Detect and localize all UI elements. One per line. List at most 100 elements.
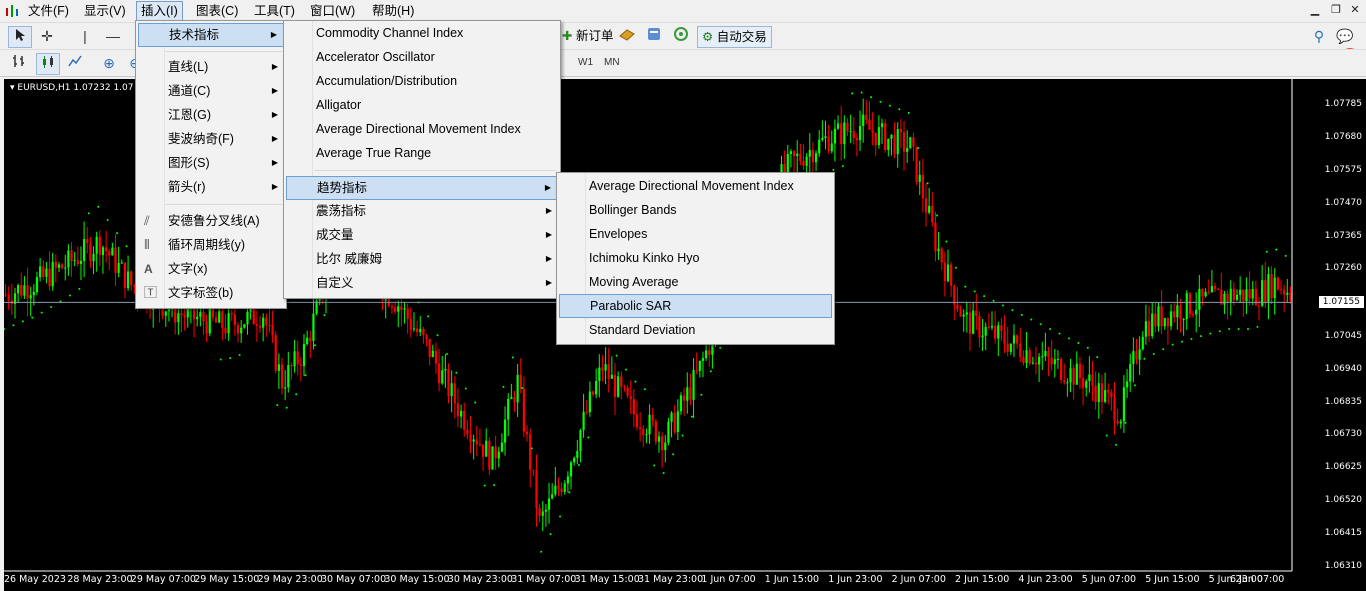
menu-item-accelerator-oscillator[interactable]: Accelerator Oscillator (286, 46, 558, 68)
candle-body (1103, 390, 1107, 402)
time-tick-label: 29 May 15:00 (194, 574, 260, 585)
menu-item-trend[interactable]: 趋势指标 ▶ (286, 176, 558, 200)
menu-item-cci[interactable]: Commodity Channel Index (286, 22, 558, 44)
candle-body (478, 444, 482, 446)
restore-icon[interactable]: ❐ (1329, 3, 1343, 17)
menu-file[interactable]: 文件(F) (24, 2, 73, 20)
sar-dot (690, 415, 693, 418)
candle-body (595, 380, 598, 395)
candle-body (525, 431, 529, 435)
submenu-arrow-icon: ▶ (544, 183, 551, 192)
menu-item-bollinger-bands[interactable]: Bollinger Bands (559, 199, 832, 221)
candle-body (705, 350, 708, 359)
sar-dot (285, 406, 288, 409)
menu-item-bill-williams[interactable]: 比尔 威廉姆 ▶ (286, 248, 558, 270)
sar-dot (97, 205, 100, 208)
menu-item-andrews-pitchfork[interactable]: ⫽ 安德鲁分叉线(A) (138, 210, 284, 232)
menu-item-parabolic-sar[interactable]: Parabolic SAR (559, 294, 832, 318)
candle-body (4, 294, 7, 296)
timeframe-w1[interactable]: W1 (578, 55, 593, 71)
candle-body (639, 427, 642, 429)
candle-body (821, 138, 824, 140)
menu-item-gann[interactable]: 江恩(G) ▶ (138, 104, 284, 126)
line-chart-icon[interactable] (64, 53, 86, 73)
cursor-icon[interactable] (8, 26, 32, 48)
notifications-icon[interactable]: 💬 (1334, 26, 1356, 46)
market-watch-icon[interactable] (616, 26, 638, 46)
candle-body (89, 243, 92, 262)
candle-body (199, 312, 202, 317)
menu-item-moving-average[interactable]: Moving Average (559, 271, 832, 293)
menu-view[interactable]: 显示(V) (80, 2, 130, 20)
sar-dot (474, 401, 477, 404)
menu-item-atr[interactable]: Average True Range (286, 142, 558, 164)
sar-dot (1209, 332, 1212, 335)
menu-item-volumes[interactable]: 成交量 ▶ (286, 224, 558, 246)
candle-body (607, 364, 610, 379)
menu-item-envelopes[interactable]: Envelopes (559, 223, 832, 245)
timeframe-mn[interactable]: MN (604, 55, 620, 71)
candle-body (984, 326, 987, 336)
menu-item-arrows[interactable]: 箭头(r) ▶ (138, 176, 284, 198)
menu-item-text-label[interactable]: 🅃 文字标签(b) (138, 282, 284, 304)
candle-body (632, 399, 635, 415)
candle-body (1063, 380, 1066, 383)
menu-window[interactable]: 窗口(W) (306, 2, 359, 20)
menu-item-shapes[interactable]: 图形(S) ▶ (138, 152, 284, 174)
menu-item-cycle-lines[interactable]: ⦀ 循环周期线(y) (138, 234, 284, 256)
crosshair-icon[interactable]: ✛ (36, 26, 58, 46)
menu-item-alligator[interactable]: Alligator (286, 94, 558, 116)
minimize-icon[interactable]: ▁ (1308, 3, 1322, 17)
candle-body (1072, 368, 1075, 385)
sar-dot (719, 346, 722, 349)
candle-body (312, 313, 315, 341)
candle-body (126, 271, 130, 289)
candle-body (456, 403, 460, 417)
time-tick-label: 4 Jun 23:00 (1018, 574, 1073, 585)
candle-body (1217, 288, 1220, 290)
menu-item-lines[interactable]: 直线(L) ▶ (138, 56, 284, 78)
candle-body (865, 114, 868, 120)
candle-body (1176, 305, 1179, 318)
menu-item-text[interactable]: A 文字(x) (138, 258, 284, 280)
menu-tools[interactable]: 工具(T) (250, 2, 299, 20)
candle-body (86, 239, 89, 244)
terminal-icon[interactable] (643, 26, 665, 46)
menu-item-oscillators[interactable]: 震荡指标 ▶ (286, 200, 558, 222)
bar-chart-icon[interactable] (8, 53, 30, 73)
search-icon[interactable]: ⚲ (1308, 26, 1330, 46)
menu-item-accumulation-distribution[interactable]: Accumulation/Distribution (286, 70, 558, 92)
menu-charts[interactable]: 图表(C) (192, 2, 242, 20)
sar-dot (540, 550, 543, 553)
signals-icon[interactable] (670, 26, 692, 46)
vertical-line-icon[interactable]: | (74, 26, 96, 46)
menu-item-standard-deviation[interactable]: Standard Deviation (559, 319, 832, 341)
menu-item-fibonacci[interactable]: 斐波纳奇(F) ▶ (138, 128, 284, 150)
sar-dot (992, 299, 995, 302)
menu-item-channels[interactable]: 通道(C) ▶ (138, 80, 284, 102)
candlestick-chart-icon[interactable] (36, 53, 60, 75)
candle-body (73, 260, 76, 262)
new-order-button[interactable]: ✚ 新订单 (558, 26, 617, 46)
horizontal-line-icon[interactable]: — (102, 26, 124, 46)
candle-body (1289, 292, 1292, 301)
menu-item-technical-indicators[interactable]: 技术指标 ▶ (138, 23, 284, 47)
close-icon[interactable]: ✕ (1348, 3, 1362, 17)
menu-item-ichimoku[interactable]: Ichimoku Kinko Hyo (559, 247, 832, 269)
menu-item-adx[interactable]: Average Directional Movement Index (559, 175, 832, 197)
menu-help[interactable]: 帮助(H) (368, 2, 418, 20)
candle-body (265, 317, 268, 325)
candle-body (1195, 309, 1198, 315)
candle-body (1022, 356, 1025, 363)
menu-item-custom[interactable]: 自定义 ▶ (286, 272, 558, 294)
app-icon[interactable] (4, 3, 20, 19)
candle-body (434, 350, 438, 364)
candle-body (846, 122, 849, 132)
zoom-in-icon[interactable]: ⊕ (98, 53, 120, 73)
sar-dot (50, 306, 53, 309)
candle-body (186, 307, 189, 318)
candle-body (1031, 362, 1034, 364)
menu-item-adx[interactable]: Average Directional Movement Index (286, 118, 558, 140)
menu-insert[interactable]: 插入(I) (136, 1, 183, 21)
auto-trading-button[interactable]: ⚙ 自动交易 (697, 26, 772, 48)
